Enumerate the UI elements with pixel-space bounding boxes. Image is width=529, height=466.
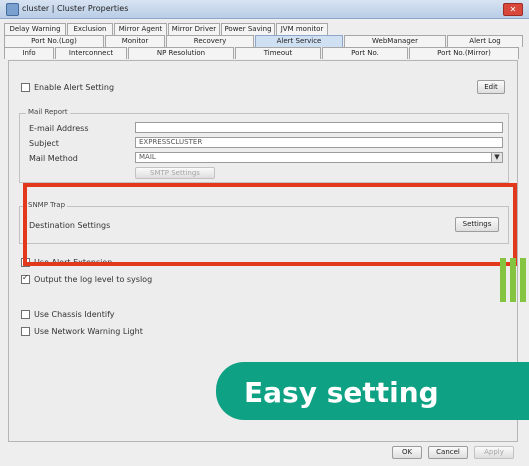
tab-timeout[interactable]: Timeout [235, 47, 321, 59]
enable-alert-checkbox[interactable]: Enable Alert Setting [21, 83, 114, 92]
tab-info[interactable]: Info [4, 47, 54, 59]
network-light-box[interactable] [21, 327, 30, 336]
tab-alert-service[interactable]: Alert Service [255, 35, 343, 47]
enable-alert-box[interactable] [21, 83, 30, 92]
ok-button[interactable]: OK [392, 446, 422, 459]
tab-recovery[interactable]: Recovery [166, 35, 254, 47]
app-icon [6, 3, 19, 16]
tab-jvm-monitor[interactable]: JVM monitor [276, 23, 328, 35]
mail-method-value: MAIL [139, 153, 156, 161]
chassis-identify-box[interactable] [21, 310, 30, 319]
network-light-checkbox[interactable]: Use Network Warning Light [21, 327, 143, 336]
tab-np-resolution[interactable]: NP Resolution [128, 47, 234, 59]
subject-field[interactable]: EXPRESSCLUSTER [135, 137, 503, 148]
email-label: E-mail Address [29, 124, 89, 133]
mail-method-label: Mail Method [29, 154, 78, 163]
tab-mirror-agent[interactable]: Mirror Agent [114, 23, 167, 35]
title-bar: cluster | Cluster Properties ✕ [0, 0, 529, 19]
tab-port-mirror[interactable]: Port No.(Mirror) [409, 47, 519, 59]
email-field[interactable] [135, 122, 503, 133]
close-button[interactable]: ✕ [503, 3, 523, 16]
mail-report-legend: Mail Report [26, 108, 70, 116]
tab-row-3: Info Interconnect NP Resolution Timeout … [4, 47, 520, 59]
tab-alert-log[interactable]: Alert Log [447, 35, 523, 47]
chevron-down-icon[interactable]: ▼ [491, 153, 502, 162]
window-title: cluster | Cluster Properties [22, 4, 129, 13]
smtp-settings-button[interactable]: SMTP Settings [135, 167, 215, 179]
tab-port-no[interactable]: Port No. [322, 47, 408, 59]
accent-bar-3 [520, 258, 526, 302]
tab-exclusion[interactable]: Exclusion [67, 23, 113, 35]
mail-method-select[interactable]: MAIL ▼ [135, 152, 503, 163]
enable-alert-label: Enable Alert Setting [34, 83, 115, 92]
accent-bar-2 [510, 258, 516, 302]
tab-mirror-driver[interactable]: Mirror Driver [168, 23, 220, 35]
banner-text: Easy setting [244, 376, 439, 409]
tab-row-2: Port No.(Log) Monitor Recovery Alert Ser… [4, 35, 524, 47]
syslog-checkbox[interactable]: Output the log level to syslog [21, 273, 153, 284]
tab-delay-warning[interactable]: Delay Warning [4, 23, 66, 35]
subject-label: Subject [29, 139, 59, 148]
network-light-label: Use Network Warning Light [34, 327, 143, 336]
tab-interconnect[interactable]: Interconnect [55, 47, 127, 59]
tab-monitor[interactable]: Monitor [105, 35, 165, 47]
easy-setting-banner: Easy setting [216, 362, 529, 420]
tab-webmanager[interactable]: WebManager [344, 35, 446, 47]
cancel-button[interactable]: Cancel [428, 446, 468, 459]
apply-button[interactable]: Apply [474, 446, 514, 459]
syslog-box[interactable] [21, 273, 30, 284]
syslog-label: Output the log level to syslog [34, 275, 153, 284]
tab-port-log[interactable]: Port No.(Log) [4, 35, 104, 47]
tab-row-1: Delay Warning Exclusion Mirror Agent Mir… [4, 23, 329, 35]
edit-button[interactable]: Edit [477, 80, 505, 94]
chassis-identify-checkbox[interactable]: Use Chassis Identify [21, 310, 115, 319]
tab-power-saving[interactable]: Power Saving [221, 23, 275, 35]
snmp-highlight-box [23, 183, 517, 266]
chassis-identify-label: Use Chassis Identify [34, 310, 115, 319]
accent-bar-1 [500, 258, 506, 302]
